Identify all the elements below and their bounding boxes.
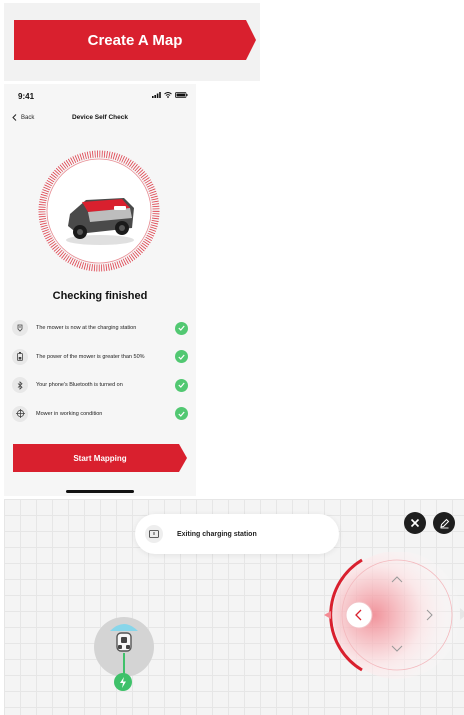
status-icons	[152, 92, 188, 98]
check-item-charging-station: The mower is now at the charging station	[12, 314, 188, 343]
page-title: Device Self Check	[71, 114, 128, 121]
check-passed-icon	[175, 378, 188, 392]
map-view[interactable]: Exiting charging station	[4, 499, 464, 715]
check-passed-icon	[175, 321, 188, 335]
check-passed-icon	[175, 350, 188, 364]
check-item-label: Your phone's Bluetooth is turned on	[36, 382, 123, 389]
self-check-list: The mower is now at the charging station…	[12, 314, 188, 428]
close-button[interactable]	[404, 512, 426, 534]
station-icon	[145, 525, 163, 543]
check-item-label: The mower is now at the charging station	[36, 325, 137, 332]
wifi-icon	[164, 92, 172, 98]
station-icon	[12, 320, 28, 337]
direction-joystick[interactable]	[322, 552, 464, 712]
self-check-screen: 9:41 Back Device Self Check Checking fin…	[4, 84, 196, 496]
check-item-power: The power of the mower is greater than 5…	[12, 343, 188, 372]
charging-bolt-icon	[114, 673, 132, 691]
bluetooth-icon	[12, 377, 28, 394]
battery-status-icon	[175, 92, 188, 98]
close-icon	[410, 518, 420, 528]
battery-icon	[12, 348, 28, 365]
joystick-icon	[12, 405, 28, 422]
toast-text: Exiting charging station	[177, 530, 257, 538]
pencil-icon	[439, 518, 449, 528]
signal-icon	[152, 92, 161, 98]
start-mapping-button[interactable]: Start Mapping	[13, 444, 187, 472]
create-map-panel: Create A Map	[4, 3, 260, 81]
check-item-bluetooth: Your phone's Bluetooth is turned on	[12, 371, 188, 400]
check-item-label: Mower in working condition	[36, 410, 103, 417]
status-bar: 9:41	[4, 84, 196, 108]
check-result-title: Checking finished	[52, 290, 148, 302]
path-line	[123, 653, 125, 675]
check-item-label: The power of the mower is greater than 5…	[36, 353, 145, 360]
nav-bar: Back Device Self Check	[4, 110, 196, 128]
home-indicator	[66, 490, 134, 493]
status-toast: Exiting charging station	[135, 514, 339, 554]
check-passed-icon	[175, 407, 188, 421]
create-map-button[interactable]: Create A Map	[14, 20, 256, 60]
status-time: 9:41	[18, 92, 35, 101]
check-item-working-condition: Mower in working condition	[12, 400, 188, 429]
edit-button[interactable]	[433, 512, 455, 534]
mower-icon	[116, 632, 132, 652]
mower-image	[66, 198, 134, 245]
